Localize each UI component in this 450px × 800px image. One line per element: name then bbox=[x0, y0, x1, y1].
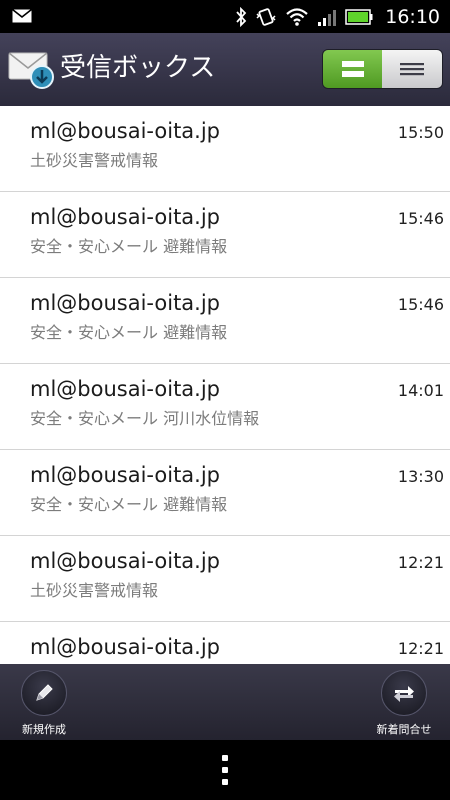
check-new-button[interactable]: 新着問合せ bbox=[364, 670, 444, 738]
message-time: 12:21 bbox=[397, 639, 444, 658]
message-sender: ml@bousai-oita.jp bbox=[30, 291, 221, 315]
message-subject: 安全・安心メール 避難情報 bbox=[30, 495, 228, 514]
message-time: 14:01 bbox=[397, 381, 444, 400]
page-title: 受信ボックス bbox=[60, 53, 216, 83]
message-sender: ml@bousai-oita.jp bbox=[30, 635, 221, 659]
list-view-button[interactable] bbox=[382, 50, 442, 88]
check-new-label: 新着問合せ bbox=[376, 723, 432, 736]
overflow-menu-icon[interactable] bbox=[215, 755, 235, 785]
system-nav-bar bbox=[0, 740, 450, 800]
vibrate-icon bbox=[256, 7, 276, 26]
list-view-icon bbox=[400, 63, 424, 76]
list-item[interactable]: ml@bousai-oita.jp 12:21 土砂災害警戒情報 bbox=[0, 536, 450, 622]
view-toggle[interactable] bbox=[322, 49, 443, 89]
message-subject: 安全・安心メール 河川水位情報 bbox=[30, 409, 260, 428]
status-bar: 16:10 bbox=[0, 0, 450, 33]
list-item[interactable]: ml@bousai-oita.jp 13:30 安全・安心メール 避難情報 bbox=[0, 450, 450, 536]
list-item[interactable]: ml@bousai-oita.jp 15:46 安全・安心メール 避難情報 bbox=[0, 278, 450, 364]
wifi-icon bbox=[286, 7, 308, 26]
message-sender: ml@bousai-oita.jp bbox=[30, 377, 221, 401]
bluetooth-icon bbox=[236, 6, 247, 27]
message-list[interactable]: ml@bousai-oita.jp 15:50 土砂災害警戒情報 ml@bous… bbox=[0, 106, 450, 664]
message-subject: 安全・安心メール 避難情報 bbox=[30, 323, 228, 342]
message-time: 15:50 bbox=[397, 123, 444, 142]
signal-icon bbox=[318, 9, 337, 26]
message-time: 15:46 bbox=[397, 295, 444, 314]
message-time: 12:21 bbox=[397, 553, 444, 572]
check-new-circle bbox=[381, 670, 427, 716]
message-time: 13:30 bbox=[397, 467, 444, 486]
message-subject: 安全・安心メール 避難情報 bbox=[30, 237, 228, 256]
message-sender: ml@bousai-oita.jp bbox=[30, 549, 221, 573]
detail-view-icon bbox=[341, 61, 364, 77]
pencil-icon bbox=[36, 684, 53, 701]
status-clock: 16:10 bbox=[385, 5, 440, 28]
battery-icon bbox=[345, 8, 373, 25]
list-item[interactable]: ml@bousai-oita.jp 14:01 安全・安心メール 河川水位情報 bbox=[0, 364, 450, 450]
compose-button[interactable]: 新規作成 bbox=[4, 670, 84, 738]
mail-inbox-icon bbox=[8, 52, 54, 89]
list-item[interactable]: ml@bousai-oita.jp 15:50 土砂災害警戒情報 bbox=[0, 106, 450, 192]
app-header: 受信ボックス bbox=[0, 33, 450, 106]
message-subject: 土砂災害警戒情報 bbox=[30, 151, 159, 170]
message-sender: ml@bousai-oita.jp bbox=[30, 205, 221, 229]
message-subject: 土砂災害警戒情報 bbox=[30, 581, 159, 600]
message-time: 15:46 bbox=[397, 209, 444, 228]
refresh-icon bbox=[394, 686, 414, 702]
action-bar: 新規作成 新着問合せ bbox=[0, 664, 450, 740]
list-item[interactable]: ml@bousai-oita.jp 12:21 bbox=[0, 622, 450, 664]
compose-label: 新規作成 bbox=[22, 723, 66, 736]
compose-circle bbox=[21, 670, 67, 716]
message-sender: ml@bousai-oita.jp bbox=[30, 463, 221, 487]
message-sender: ml@bousai-oita.jp bbox=[30, 119, 221, 143]
list-item[interactable]: ml@bousai-oita.jp 15:46 安全・安心メール 避難情報 bbox=[0, 192, 450, 278]
detail-view-button[interactable] bbox=[323, 50, 383, 88]
mail-notification-icon bbox=[12, 9, 32, 23]
